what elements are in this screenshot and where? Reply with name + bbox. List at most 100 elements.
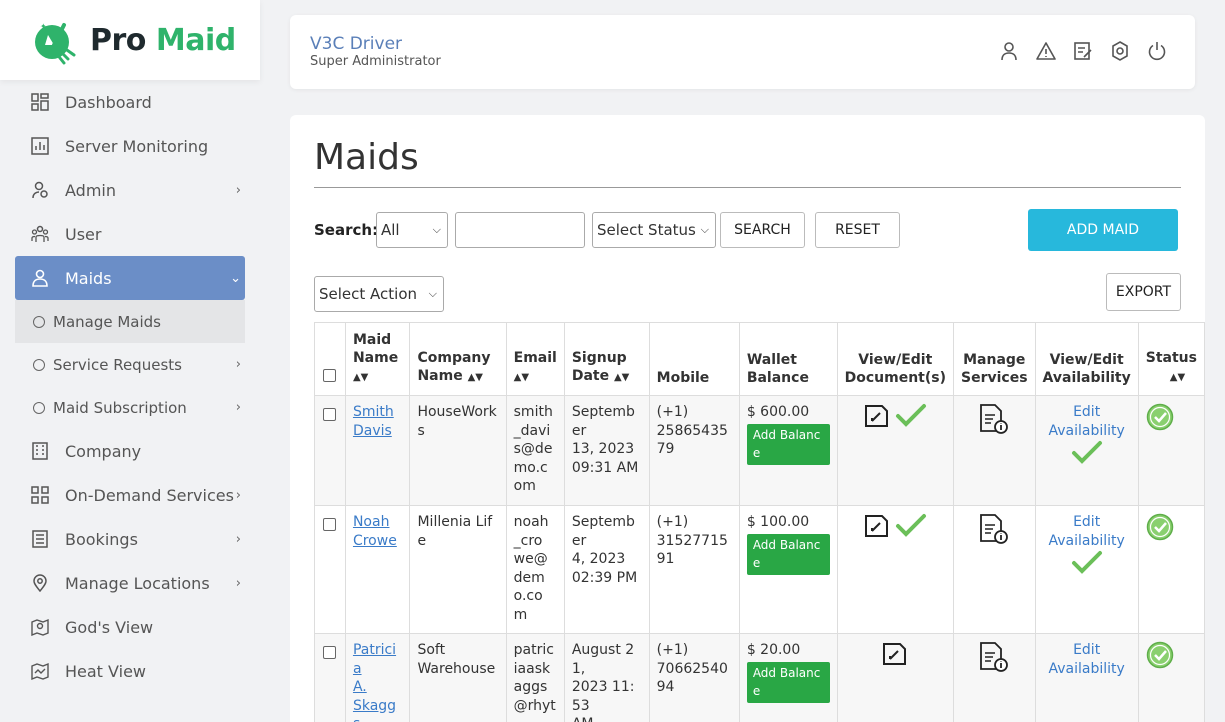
status-active-icon[interactable]: [1146, 641, 1174, 669]
sidebar-item-company[interactable]: Company: [15, 429, 245, 473]
status-cell: [1137, 633, 1205, 722]
search-button[interactable]: SEARCH: [720, 212, 805, 248]
status-active-icon[interactable]: [1146, 513, 1174, 541]
add-maid-button[interactable]: ADD MAID: [1028, 209, 1178, 251]
sidebar-item-admin[interactable]: Admin ›: [15, 168, 245, 212]
grid-icon: [31, 486, 49, 504]
sort-icon: ▲▼: [467, 372, 483, 383]
edit-availability-link[interactable]: Edit Availability: [1048, 514, 1124, 549]
add-balance-button[interactable]: Add Balance: [746, 533, 830, 575]
add-balance-button[interactable]: Add Balance: [746, 423, 830, 465]
header-signup-date[interactable]: Signup Date ▲▼: [563, 322, 650, 396]
availability-cell: Edit Availability: [1034, 505, 1139, 634]
maid-name-link[interactable]: PatriciaA.Skaggs: [353, 642, 396, 722]
sidebar-item-user[interactable]: User: [15, 212, 245, 256]
chevron-right-icon: ›: [235, 400, 241, 415]
document-edit-icon[interactable]: [864, 403, 890, 429]
dashboard-icon: [31, 93, 49, 111]
sidebar: ✦ Pro Maid Dashboard Server Monitoring A…: [0, 0, 260, 722]
service-info-icon[interactable]: [978, 513, 1010, 545]
status-select[interactable]: Select Status ⌵: [592, 212, 716, 248]
header-availability: View/Edit Availability: [1034, 322, 1139, 396]
chevron-down-icon: ⌵: [428, 287, 437, 300]
sidebar-item-heat-view[interactable]: Heat View: [15, 649, 245, 693]
circle-icon: [33, 358, 45, 371]
mobile-cell: (+1) 7066254094: [648, 633, 740, 722]
table-header-row: Maid Name ▲▼ Company Name ▲▼ Email ▲▼ Signup…: [314, 322, 1205, 396]
signup-date-cell: August 21,2023 11:53AM: [563, 633, 650, 722]
bulk-action-select[interactable]: Select Action ⌵: [314, 276, 444, 312]
row-checkbox[interactable]: [323, 518, 337, 531]
power-icon[interactable]: [1147, 41, 1167, 61]
sidebar-item-on-demand-services[interactable]: On-Demand Services ›: [15, 473, 245, 517]
sidebar-item-server-monitoring[interactable]: Server Monitoring: [15, 124, 245, 168]
service-info-icon[interactable]: [978, 403, 1010, 435]
chevron-down-icon: ⌄: [230, 271, 241, 286]
sidebar-item-bookings[interactable]: Bookings ›: [15, 517, 245, 561]
search-label: Search:: [314, 221, 379, 239]
edit-note-icon[interactable]: [1073, 41, 1093, 61]
users-icon: [31, 225, 49, 242]
top-header: V3C Driver Super Administrator: [290, 15, 1195, 89]
table-row: Noah Crowe Millenia Life noah _cro we@ dem o.…: [314, 505, 1205, 634]
settings-icon[interactable]: [1110, 41, 1130, 61]
maid-name-link[interactable]: Smith Davis: [353, 404, 394, 439]
header-email[interactable]: Email ▲▼: [505, 322, 565, 396]
wallet-cell: $ 100.00 Add Balance: [738, 505, 838, 634]
signup-date-cell: September 4, 2023 02:39 PM: [563, 505, 650, 634]
header-company-name[interactable]: Company Name ▲▼: [409, 322, 507, 396]
edit-availability-link[interactable]: Edit Availability: [1048, 642, 1124, 677]
document-edit-icon[interactable]: [864, 513, 890, 539]
company-cell: Millenia Life: [409, 505, 507, 634]
chevron-right-icon: ›: [235, 576, 241, 591]
sidebar-item-label: Admin: [65, 180, 116, 200]
table-row: Smith Davis HouseWorks smith _davi s@de mo.c…: [314, 395, 1205, 506]
header-wallet-balance: Wallet Balance: [738, 322, 838, 396]
header-maid-name[interactable]: Maid Name ▲▼: [344, 322, 411, 396]
sidebar-item-dashboard[interactable]: Dashboard: [15, 80, 245, 124]
sidebar-item-label: Maid Subscription: [53, 398, 187, 417]
search-input[interactable]: [455, 212, 585, 248]
row-checkbox[interactable]: [323, 646, 337, 659]
edit-availability-link[interactable]: Edit Availability: [1048, 404, 1124, 439]
warning-icon[interactable]: [1036, 41, 1056, 61]
maid-name-link[interactable]: Noah Crowe: [353, 514, 397, 549]
logo[interactable]: ✦ Pro Maid: [0, 0, 260, 80]
circle-icon: [33, 401, 45, 414]
email-cell: patric iaask aggs @rhyt: [505, 633, 565, 722]
sort-icon: ▲▼: [513, 372, 530, 383]
sidebar-subitem-service-requests[interactable]: Service Requests ›: [15, 343, 245, 386]
profile-icon[interactable]: [999, 41, 1019, 61]
heat-map-icon: [31, 662, 49, 680]
select-value: Select Status: [597, 221, 696, 239]
add-balance-button[interactable]: Add Balance: [746, 661, 830, 703]
status-cell: [1137, 505, 1205, 634]
header-manage-services: Manage Services: [953, 322, 1036, 396]
reset-button[interactable]: RESET: [815, 212, 900, 248]
sidebar-item-label: User: [65, 224, 102, 244]
service-info-icon[interactable]: [978, 641, 1010, 673]
sidebar-item-gods-view[interactable]: God's View: [15, 605, 245, 649]
document-edit-icon[interactable]: [882, 641, 908, 667]
user-icon: [32, 269, 48, 287]
sidebar-subitem-maid-subscription[interactable]: Maid Subscription ›: [15, 386, 245, 429]
select-all-checkbox[interactable]: [323, 369, 337, 382]
wallet-cell: $ 600.00 Add Balance: [738, 395, 838, 506]
header-user-role: Super Administrator: [310, 54, 441, 69]
status-active-icon[interactable]: [1146, 403, 1174, 431]
documents-cell: [836, 505, 955, 634]
sidebar-subitem-manage-maids[interactable]: Manage Maids: [15, 300, 245, 343]
select-all-header: [314, 322, 346, 396]
mobile-cell: (+1) 3152771591: [648, 505, 740, 634]
search-field-select[interactable]: All ⌵: [376, 212, 448, 248]
list-icon: [32, 530, 48, 548]
sidebar-item-manage-locations[interactable]: Manage Locations ›: [15, 561, 245, 605]
row-checkbox[interactable]: [323, 408, 337, 421]
header-status[interactable]: Status ▲▼: [1137, 322, 1205, 396]
maid-name-cell: Noah Crowe: [344, 505, 411, 634]
export-button[interactable]: EXPORT: [1106, 273, 1181, 311]
building-icon: [32, 442, 48, 460]
company-cell: HouseWorks: [409, 395, 507, 506]
sidebar-item-maids[interactable]: Maids ⌄: [15, 256, 245, 300]
documents-cell: [836, 395, 955, 506]
